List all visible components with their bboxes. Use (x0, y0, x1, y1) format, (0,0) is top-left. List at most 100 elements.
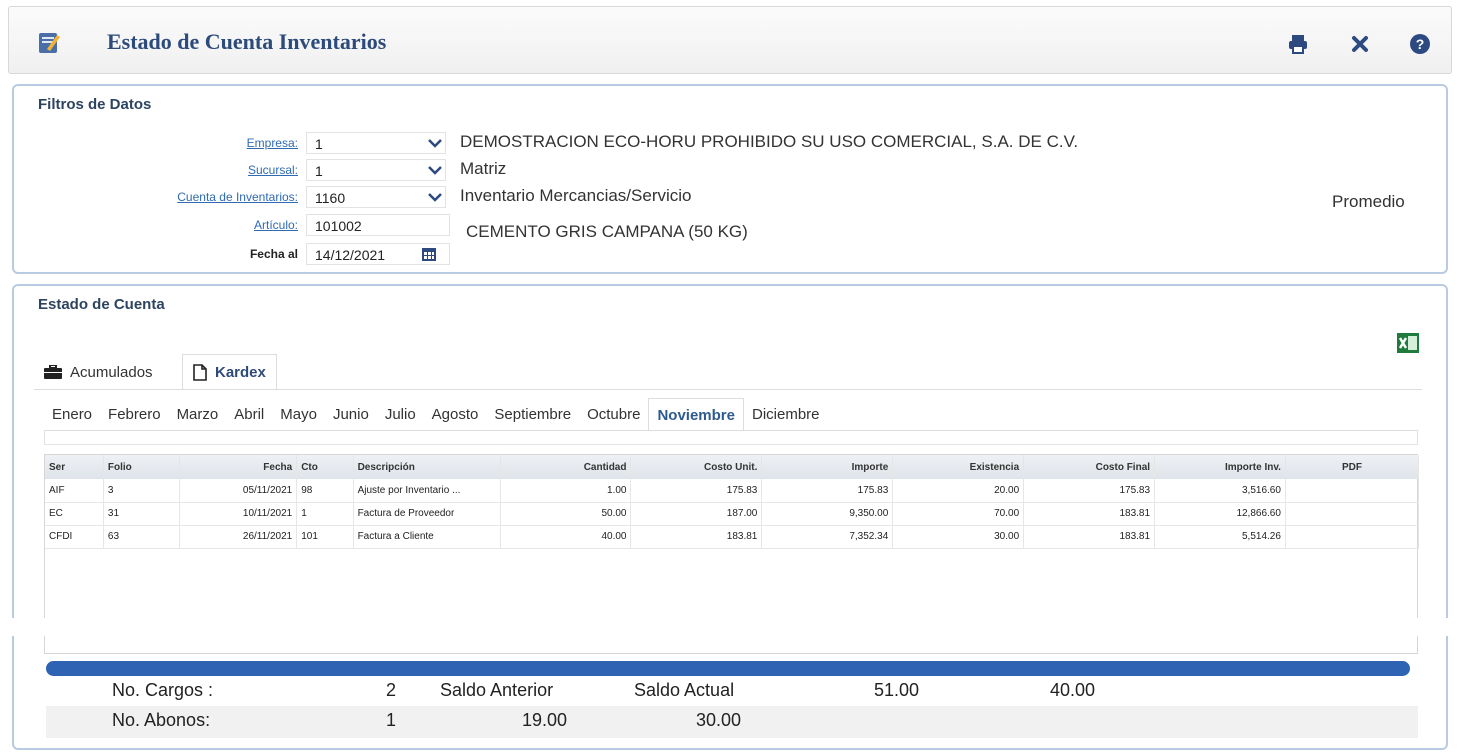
tab-acumulados-label: Acumulados (70, 363, 153, 381)
table-cell: AIF (45, 479, 104, 503)
cuenta-label[interactable]: Cuenta de Inventarios: (128, 190, 298, 204)
table-row[interactable]: EC 31 10/11/2021 1 Factura de Proveedor … (45, 502, 1420, 526)
table-cell: 1.00 (500, 479, 632, 503)
column-header[interactable]: Folio (103, 455, 181, 479)
tab-month-diciembre[interactable]: Diciembre (744, 398, 828, 432)
table-cell: 40.00 (500, 525, 632, 549)
tab-month-octubre[interactable]: Octubre (579, 398, 648, 432)
month-tabs: Enero Febrero Marzo Abril Mayo Junio Jul… (44, 398, 828, 432)
column-header[interactable]: Ser (45, 455, 104, 479)
svg-text:?: ? (1416, 36, 1425, 52)
saldo-anterior-label: Saldo Anterior (440, 680, 554, 700)
tab-month-enero[interactable]: Enero (44, 398, 100, 432)
cargos-label: No. Cargos : (112, 680, 214, 700)
close-icon[interactable] (1349, 33, 1371, 55)
column-header[interactable]: Costo Unit. (630, 455, 763, 479)
saldo-anterior-value: 19.00 (522, 710, 568, 730)
tab-month-julio[interactable]: Julio (377, 398, 424, 432)
tab-divider (34, 389, 1422, 390)
table-cell: 183.81 (1023, 502, 1156, 526)
filters-panel: Filtros de Datos (12, 84, 1448, 274)
articulo-label[interactable]: Artículo: (128, 218, 298, 232)
abonos-label: No. Abonos: (112, 710, 211, 730)
table-cell: 5,514.26 (1154, 525, 1286, 549)
excel-export-icon[interactable] (1396, 332, 1420, 354)
table-cell: Factura de Proveedor (353, 502, 501, 526)
column-header[interactable]: Fecha (179, 455, 298, 479)
help-icon[interactable]: ? (1409, 33, 1431, 55)
table-cell: 183.81 (630, 525, 763, 549)
tab-month-marzo[interactable]: Marzo (169, 398, 227, 432)
table-cell: Factura a Cliente (353, 525, 501, 549)
table-cell: 1 (296, 502, 354, 526)
title-bar: Estado de Cuenta Inventarios ? (8, 6, 1452, 74)
column-header[interactable]: PDF (1285, 455, 1420, 479)
chevron-down-icon[interactable] (426, 134, 444, 152)
estado-title: Estado de Cuenta (38, 296, 165, 313)
sucursal-select[interactable]: 1 (306, 159, 446, 181)
cuenta-select[interactable]: 1160 (306, 186, 446, 208)
column-header[interactable]: Importe (761, 455, 894, 479)
chevron-down-icon[interactable] (426, 161, 444, 179)
table-cell: 101 (296, 525, 354, 549)
table-cell: 12,866.60 (1154, 502, 1286, 526)
pdf-cell[interactable] (1285, 479, 1420, 503)
screenshot-gap (0, 618, 1460, 636)
table-row[interactable]: CFDI 63 26/11/2021 101 Factura a Cliente… (45, 525, 1420, 549)
empresa-label[interactable]: Empresa: (128, 136, 298, 150)
column-header[interactable]: Importe Inv. (1154, 455, 1286, 479)
table-cell: 05/11/2021 (179, 479, 298, 503)
table-cell: 183.81 (1023, 525, 1156, 549)
progress-bar (46, 661, 1410, 676)
table-cell: 9,350.00 (761, 502, 894, 526)
tab-month-agosto[interactable]: Agosto (424, 398, 487, 432)
filters-title: Filtros de Datos (38, 96, 152, 113)
abonos-value: 1 (386, 710, 397, 730)
tab-kardex[interactable]: Kardex (182, 354, 277, 390)
table-cell: 70.00 (892, 502, 1025, 526)
saldo-actual-value: 30.00 (696, 710, 742, 730)
grid-header-row: Ser Folio Fecha Cto Descripción Cantidad… (45, 455, 1420, 479)
print-icon[interactable] (1287, 33, 1309, 55)
pdf-cell[interactable] (1285, 525, 1420, 549)
tab-kardex-label: Kardex (215, 364, 266, 381)
table-cell: 31 (103, 502, 181, 526)
tab-month-febrero[interactable]: Febrero (100, 398, 169, 432)
calendar-icon[interactable] (420, 245, 438, 263)
sucursal-label[interactable]: Sucursal: (128, 163, 298, 177)
articulo-input[interactable]: 101002 (306, 214, 450, 236)
empresa-select[interactable]: 1 (306, 132, 446, 154)
table-row[interactable]: AIF 3 05/11/2021 98 Ajuste por Inventari… (45, 479, 1420, 503)
pdf-cell[interactable] (1285, 502, 1420, 526)
table-cell: 7,352.34 (761, 525, 894, 549)
table-cell: 26/11/2021 (179, 525, 298, 549)
column-header[interactable]: Cantidad (500, 455, 632, 479)
table-cell: 30.00 (892, 525, 1025, 549)
document-icon (193, 364, 207, 381)
column-header[interactable]: Costo Final (1023, 455, 1156, 479)
table-cell: 98 (296, 479, 354, 503)
grid-filter-bar[interactable] (44, 431, 1418, 445)
cuenta-description: Inventario Mercancias/Servicio (460, 186, 692, 205)
column-header[interactable]: Cto (296, 455, 354, 479)
table-cell: 20.00 (892, 479, 1025, 503)
empresa-description: DEMOSTRACION ECO-HORU PROHIBIDO SU USO C… (460, 132, 1079, 151)
sucursal-description: Matriz (460, 159, 507, 178)
briefcase-icon (44, 365, 62, 379)
tab-month-septiembre[interactable]: Septiembre (486, 398, 579, 432)
articulo-description: CEMENTO GRIS CAMPANA (50 KG) (466, 222, 748, 241)
tab-month-mayo[interactable]: Mayo (272, 398, 325, 432)
column-header[interactable]: Descripción (353, 455, 501, 479)
table-cell: 63 (103, 525, 181, 549)
edit-document-icon (39, 33, 60, 53)
column-header[interactable]: Existencia (892, 455, 1025, 479)
tab-month-noviembre[interactable]: Noviembre (648, 398, 744, 432)
saldo-actual-label: Saldo Actual (634, 680, 735, 700)
table-cell: 175.83 (1023, 479, 1156, 503)
table-cell: CFDI (45, 525, 104, 549)
tab-acumulados[interactable]: Acumulados (34, 354, 163, 390)
tab-month-junio[interactable]: Junio (325, 398, 377, 432)
tab-month-abril[interactable]: Abril (226, 398, 272, 432)
table-cell: Ajuste por Inventario ... (353, 479, 501, 503)
chevron-down-icon[interactable] (426, 188, 444, 206)
